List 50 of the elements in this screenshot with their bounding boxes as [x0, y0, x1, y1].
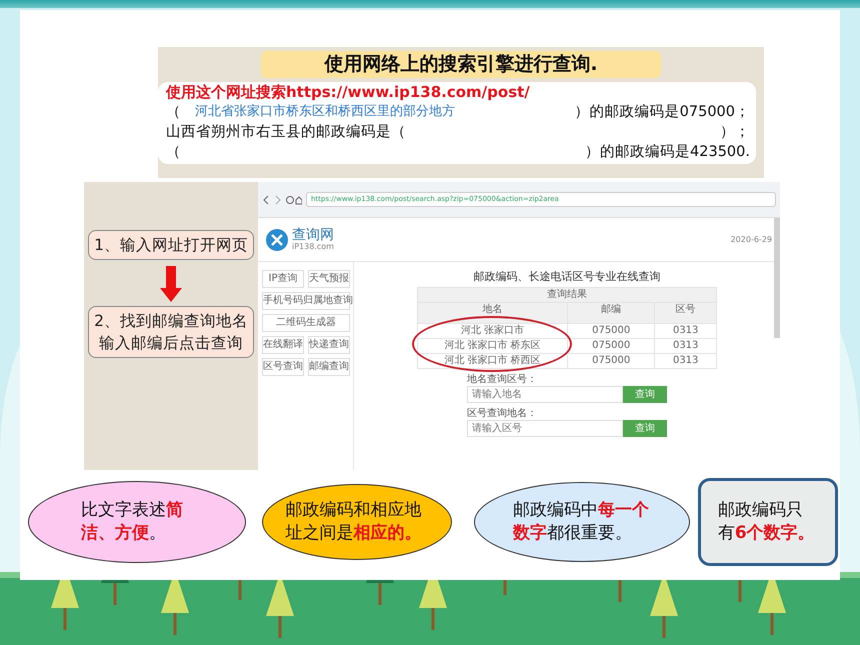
table-caption: 查询结果 [418, 288, 716, 303]
table-cell: 075000 [568, 354, 655, 369]
input-field[interactable]: 请输入区号 [467, 420, 623, 438]
table-cell: 0313 [654, 324, 716, 339]
site-name: 查询网 [292, 228, 334, 242]
tools-logo-icon [266, 228, 288, 250]
step-label: 2、找到邮编查询地名 输入邮编后点击查询 [88, 306, 254, 358]
column-header: 地名 [418, 302, 568, 324]
bubble-text: 邮政编码和相应地址之间是相应的。 [286, 499, 423, 545]
navigation-icon[interactable] [262, 194, 302, 204]
table-cell: 河北 张家口市 桥东区 [418, 338, 568, 354]
question-text: ）； [720, 122, 750, 142]
bubble-text: 邮政编码中每一个数字都很重要。 [513, 499, 650, 545]
sidebar-link[interactable]: 快递查询 [308, 336, 350, 354]
field-label: 地名查询区号： [467, 374, 538, 386]
bubble-text: 邮政编码只有6个数字。 [718, 499, 816, 545]
table-cell: 075000 [568, 338, 655, 354]
table-cell: 河北 张家口市 [418, 324, 568, 339]
question-text: ）的邮政编码是075000； [574, 102, 750, 122]
step-label: 1、输入网址打开网页 [88, 230, 254, 260]
table-cell: 0313 [654, 338, 716, 354]
page-title: 邮政编码、长途电话区号专业在线查询 [474, 270, 660, 284]
sidebar-link[interactable]: 二维码生成器 [262, 314, 350, 332]
scrollbar[interactable] [774, 218, 780, 338]
sidebar-link[interactable]: 天气预报 [308, 270, 350, 288]
sidebar-link[interactable]: IP查询 [262, 270, 304, 288]
field-label: 区号查询地名： [467, 408, 538, 420]
question-text: ）的邮政编码是423500. [585, 142, 750, 162]
sidebar-link[interactable]: 区号查询 [262, 358, 304, 376]
question-text: （ [166, 142, 181, 162]
sidebar-link[interactable]: 手机号码归属地查询 [262, 292, 350, 310]
question-text: （ [166, 102, 181, 122]
sidebar-link[interactable]: 在线翻译 [262, 336, 304, 354]
instruction-text: 使用这个网址搜索https://www.ip138.com/post/ [166, 82, 530, 102]
table-cell: 0313 [654, 354, 716, 369]
input-field[interactable]: 请输入地名 [467, 386, 623, 404]
date-text: 2020-6-29 [730, 234, 772, 244]
site-domain: iP138.com [292, 242, 334, 252]
question-text: 山西省朔州市右玉县的邮政编码是（ [166, 122, 406, 142]
query-button[interactable]: 查询 [623, 420, 667, 438]
answer-hint: 河北省张家口市桥东区和桥西区里的部分地方 [194, 102, 455, 121]
table-cell: 河北 张家口市 桥西区 [418, 354, 568, 369]
down-arrow-icon [160, 266, 182, 302]
table-cell: 075000 [568, 324, 655, 339]
column-header: 邮编 [568, 302, 655, 324]
query-button[interactable]: 查询 [623, 386, 667, 404]
column-header: 区号 [654, 302, 716, 324]
card-heading: 使用网络上的搜索引擎进行查询. [261, 51, 661, 78]
sidebar-link[interactable]: 邮编查询 [308, 358, 350, 376]
bubble-text: 比文字表述简洁、方便。 [80, 499, 184, 545]
